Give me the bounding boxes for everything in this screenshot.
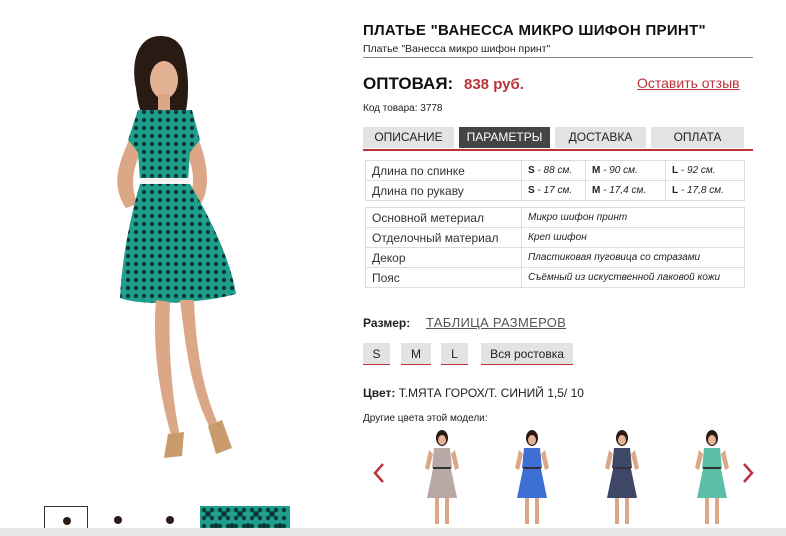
measurement-s: S - 17 см. xyxy=(521,180,586,201)
other-colors-label: Другие цвета этой модели: xyxy=(363,413,488,424)
size-label: Размер: xyxy=(363,316,411,330)
measurement-label: Длина по спинке xyxy=(365,160,522,181)
product-subtitle: Платье "Ванесса микро шифон принт" xyxy=(363,43,753,58)
material-value: Креп шифон xyxy=(521,227,745,248)
color-value: Т.МЯТА ГОРОХ/Т. СИНИЙ 1,5/ 10 xyxy=(398,386,584,400)
size-table-link[interactable]: ТАБЛИЦА РАЗМЕРОВ xyxy=(426,315,566,330)
chevron-left-icon[interactable] xyxy=(371,458,387,488)
tab-parameters[interactable]: ПАРАМЕТРЫ xyxy=(459,127,550,148)
leave-review-link[interactable]: Оставить отзыв xyxy=(637,75,740,91)
size-button-s[interactable]: S xyxy=(363,343,390,365)
tab-payment[interactable]: ОПЛАТА xyxy=(651,127,744,148)
table-row: Пояс Съёмный из искуственной лаковой кож… xyxy=(365,267,745,288)
material-value: Микро шифон принт xyxy=(521,207,745,228)
size-button-l[interactable]: L xyxy=(441,343,468,365)
material-value: Пластиковая пуговица со стразами xyxy=(521,247,745,268)
table-row: Основной метериал Микро шифон принт xyxy=(365,207,745,228)
price-label: ОПТОВАЯ: xyxy=(363,74,454,93)
materials-table: Основной метериал Микро шифон принт Отде… xyxy=(365,207,745,288)
material-label: Пояс xyxy=(365,267,522,288)
measurement-s: S - 88 см. xyxy=(521,160,586,181)
size-button-all[interactable]: Вся ростовка xyxy=(481,343,573,365)
material-label: Декор xyxy=(365,247,522,268)
size-button-m[interactable]: M xyxy=(401,343,431,365)
material-label: Отделочный материал xyxy=(365,227,522,248)
color-label: Цвет: xyxy=(363,386,396,400)
material-label: Основной метериал xyxy=(365,207,522,228)
price-value: 838 руб. xyxy=(464,76,524,93)
table-row: Декор Пластиковая пуговица со стразами xyxy=(365,247,745,268)
tab-delivery[interactable]: ДОСТАВКА xyxy=(555,127,646,148)
chevron-right-icon[interactable] xyxy=(740,458,756,488)
color-variant-thumbnail[interactable] xyxy=(687,428,737,528)
measurement-m: M - 17,4 см. xyxy=(585,180,666,201)
table-row: Длина по рукаву S - 17 см. M - 17,4 см. … xyxy=(365,180,745,201)
table-row: Отделочный материал Креп шифон xyxy=(365,227,745,248)
material-value: Съёмный из искуственной лаковой кожи xyxy=(521,267,745,288)
measurement-l: L - 17,8 см. xyxy=(665,180,745,201)
color-variant-thumbnail[interactable] xyxy=(507,428,557,528)
product-title: ПЛАТЬЕ "ВАНЕССА МИКРО ШИФОН ПРИНТ" xyxy=(363,22,706,39)
tab-description[interactable]: ОПИСАНИЕ xyxy=(363,127,454,148)
color-variant-thumbnail[interactable] xyxy=(597,428,647,528)
measurements-table: Длина по спинке S - 88 см. M - 90 см. L … xyxy=(365,160,745,201)
product-main-photo[interactable] xyxy=(60,28,270,490)
product-tabs: ОПИСАНИЕ ПАРАМЕТРЫ ДОСТАВКА ОПЛАТА xyxy=(363,127,753,151)
horizontal-scrollbar[interactable] xyxy=(0,528,786,536)
measurement-label: Длина по рукаву xyxy=(365,180,522,201)
measurement-l: L - 92 см. xyxy=(665,160,745,181)
measurement-m: M - 90 см. xyxy=(585,160,666,181)
color-variant-thumbnail[interactable] xyxy=(417,428,467,528)
table-row: Длина по спинке S - 88 см. M - 90 см. L … xyxy=(365,160,745,181)
color-info: Цвет: Т.МЯТА ГОРОХ/Т. СИНИЙ 1,5/ 10 xyxy=(363,386,584,400)
product-sku: Код товара: 3778 xyxy=(363,103,443,114)
